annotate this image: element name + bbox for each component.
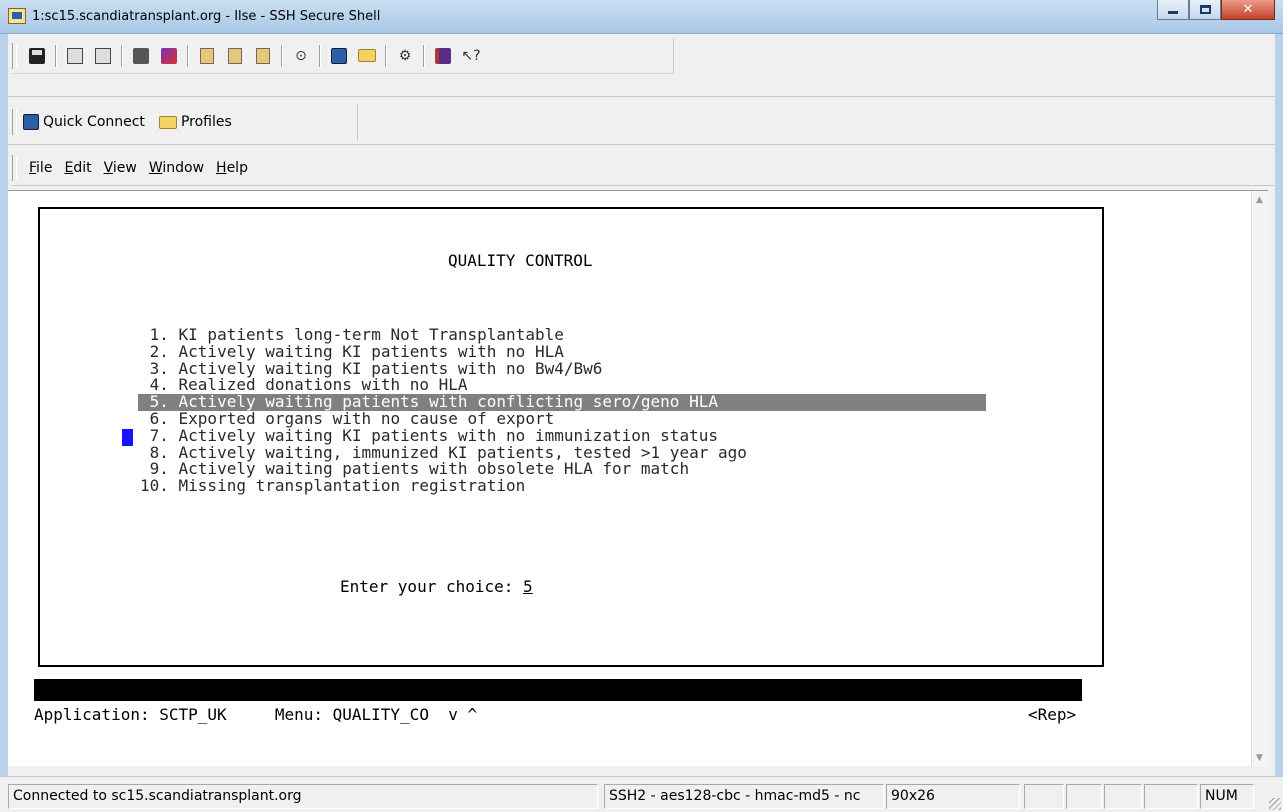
toolbar-separator bbox=[187, 44, 189, 67]
menu-file[interactable]: File bbox=[29, 160, 52, 176]
save-icon[interactable] bbox=[26, 45, 48, 67]
panel-title: QUALITY CONTROL bbox=[448, 251, 593, 270]
profiles-button[interactable]: Profiles bbox=[181, 114, 232, 130]
scroll-down-icon[interactable]: ▼ bbox=[1256, 753, 1263, 763]
minimize-button[interactable] bbox=[1157, 0, 1189, 20]
quick-connect-button[interactable]: Quick Connect bbox=[43, 114, 145, 130]
toolbar-separator bbox=[121, 44, 123, 67]
help-book-icon[interactable] bbox=[432, 45, 454, 67]
toolbar-separator bbox=[55, 44, 57, 67]
ssh-app-icon[interactable] bbox=[8, 8, 26, 24]
terminal-cursor bbox=[122, 429, 133, 446]
profiles-folder-icon bbox=[158, 115, 177, 129]
choice-prompt: Enter your choice: 5 bbox=[340, 577, 661, 596]
menu-edit[interactable]: Edit bbox=[64, 160, 91, 176]
status-empty-1 bbox=[1024, 784, 1064, 809]
print-preview-icon[interactable] bbox=[92, 45, 114, 67]
new-file-transfer-icon[interactable] bbox=[356, 45, 378, 67]
quick-connect-icon bbox=[23, 114, 39, 130]
new-terminal-icon[interactable] bbox=[328, 45, 350, 67]
resize-grip[interactable] bbox=[1269, 798, 1281, 810]
paste-alt-icon[interactable] bbox=[252, 45, 274, 67]
window-title-bar: 1:sc15.scandiatransplant.org - Ilse - SS… bbox=[0, 0, 1283, 34]
vertical-scrollbar[interactable]: ▲ ▼ bbox=[1251, 191, 1268, 767]
terminal-size: 90x26 bbox=[886, 784, 1020, 809]
status-empty-2 bbox=[1104, 784, 1142, 809]
print-icon[interactable] bbox=[64, 45, 86, 67]
toolbar-separator bbox=[385, 44, 387, 67]
minimize-icon bbox=[1168, 11, 1178, 14]
maximize-button[interactable] bbox=[1189, 0, 1221, 20]
menu-view[interactable]: View bbox=[104, 160, 137, 176]
application-status-line: Application: SCTP_UK Menu: QUALITY_CO v … bbox=[34, 705, 478, 724]
toolbar-separator bbox=[281, 44, 283, 67]
quality-control-menu: 1. KI patients long-term Not Transplanta… bbox=[138, 326, 986, 495]
separator-bar bbox=[34, 679, 1082, 701]
paste-icon[interactable] bbox=[224, 45, 246, 67]
quickbar-divider bbox=[8, 144, 1275, 145]
key-icon bbox=[1066, 784, 1102, 809]
main-toolbar: ⊙ ⚙ ↖? bbox=[12, 38, 674, 74]
num-lock-indicator: NUM bbox=[1200, 784, 1254, 809]
menu-window[interactable]: Window bbox=[149, 160, 204, 176]
choice-input[interactable]: 5 bbox=[523, 577, 661, 596]
toolbar-separator bbox=[423, 44, 425, 67]
find-icon[interactable]: ⊙ bbox=[290, 45, 312, 67]
close-icon: ✕ bbox=[1242, 2, 1254, 17]
window-title: 1:sc15.scandiatransplant.org - Ilse - SS… bbox=[32, 9, 381, 24]
toolbar-separator bbox=[319, 44, 321, 67]
disconnect-icon[interactable] bbox=[130, 45, 152, 67]
window-controls: ✕ bbox=[1157, 0, 1275, 20]
menu-help[interactable]: Help bbox=[216, 160, 248, 176]
rep-indicator: <Rep> bbox=[1028, 705, 1077, 724]
scroll-up-icon[interactable]: ▲ bbox=[1256, 195, 1263, 205]
terminal-screen[interactable]: QUALITY CONTROL 1. KI patients long-term… bbox=[8, 190, 1268, 767]
maximize-icon bbox=[1199, 5, 1211, 14]
status-empty-3 bbox=[1144, 784, 1198, 809]
whats-this-icon[interactable]: ↖? bbox=[460, 45, 482, 67]
copy-icon[interactable] bbox=[196, 45, 218, 67]
quick-connect-bar: Quick Connect Profiles bbox=[12, 104, 358, 140]
toolbar-divider bbox=[8, 96, 1275, 97]
connection-status: Connected to sc15.scandiatransplant.org bbox=[8, 784, 598, 809]
keys-icon[interactable]: ⚙ bbox=[394, 45, 416, 67]
settings-icon[interactable] bbox=[158, 45, 180, 67]
menu-bar: File Edit View Window Help bbox=[12, 150, 1274, 186]
cipher-status: SSH2 - aes128-cbc - hmac-md5 - nc bbox=[604, 784, 884, 809]
close-button[interactable]: ✕ bbox=[1221, 0, 1275, 20]
choice-label: Enter your choice: bbox=[340, 577, 524, 596]
status-bar: Connected to sc15.scandiatransplant.org … bbox=[0, 776, 1283, 812]
menu-option[interactable]: 10. Missing transplantation registration bbox=[140, 477, 986, 495]
